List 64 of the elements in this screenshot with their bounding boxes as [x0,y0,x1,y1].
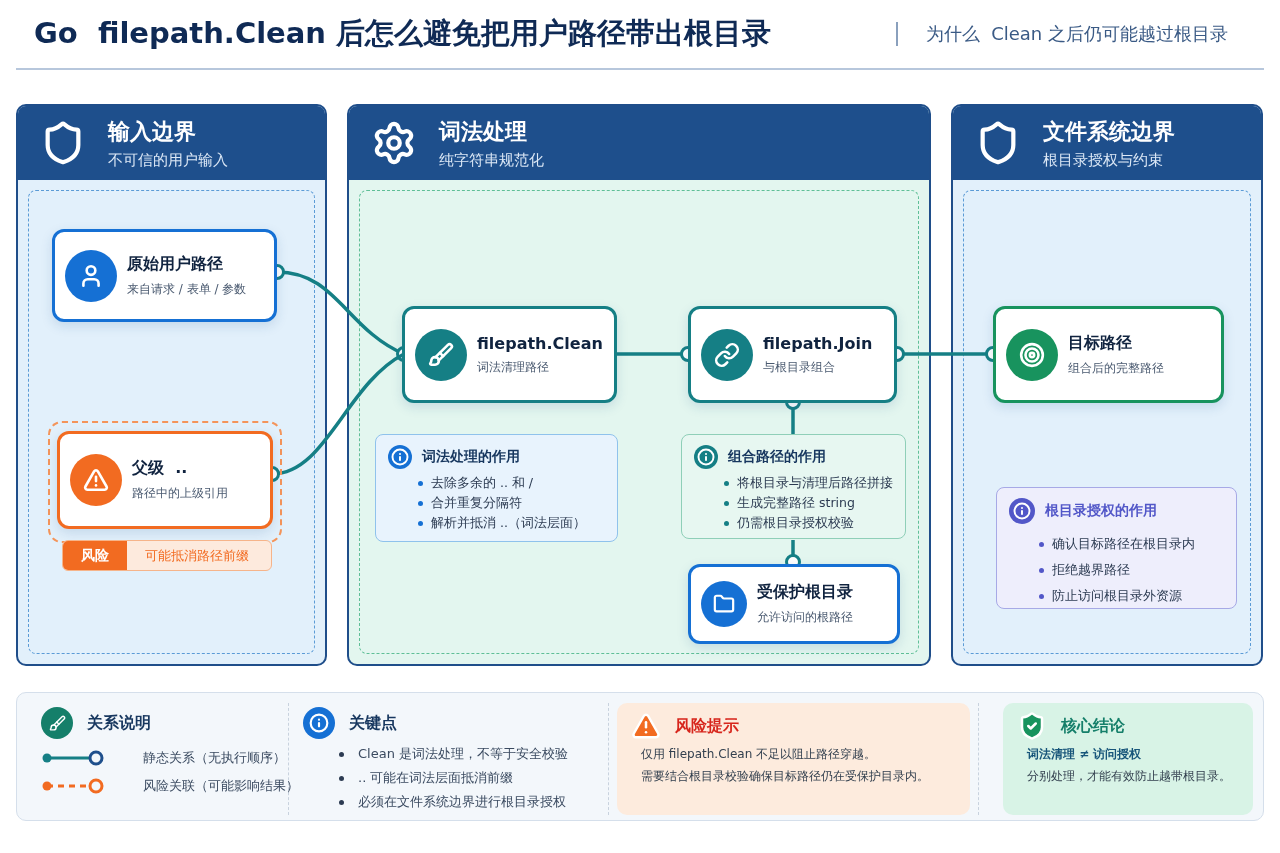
keypoint-item: 必须在文件系统边界进行根目录授权 [358,793,566,811]
note-item: 仍需根目录授权校验 [737,515,854,532]
bullet-icon [724,521,729,526]
note-item: 确认目标路径在根目录内 [1052,536,1195,553]
node-subtitle: 允许访问的根路径 [757,609,853,626]
node-subtitle: 来自请求 / 表单 / 参数 [127,280,247,298]
brush-icon [41,707,73,739]
keypoints-title: 关键点 [349,712,397,734]
conclusion-emphasis: 词法清理 ≠ 访问授权 [1025,747,1143,763]
page-title: Go filepath.Clean 后怎么避免把用户路径带出根目录 [34,15,773,52]
note-item: 防止访问根目录外资源 [1052,588,1182,605]
risk-text: 可能抵消路径前缀 [144,546,249,565]
legend-label: 风险关联（可能影响结果） [143,777,299,795]
column-title: 输入边界 [108,117,197,146]
bullet-icon [1039,568,1044,573]
info-icon [303,707,335,739]
note-item: 将根目录与清理后路径拼接 [737,475,893,492]
node-title: filepath.Join [763,333,873,353]
node-subtitle: 组合后的完整路径 [1068,359,1164,377]
column-subtitle: 根目录授权与约束 [1043,150,1164,170]
risk-relation-line-icon [41,778,105,794]
node-title: 原始用户路径 [127,253,224,275]
column-title: 词法处理 [439,117,528,146]
risk-title: 风险提示 [675,715,739,737]
page-subtitle: 为什么 Clean 之后仍可能越过根目录 [895,22,1228,46]
keypoint-item: .. 可能在词法层面抵消前缀 [358,769,514,787]
legend-title: 关系说明 [87,712,151,734]
note-item: 合并重复分隔符 [431,495,522,512]
bullet-icon [339,775,344,781]
bullet-icon [1039,542,1044,547]
node-title: 父级 .. [132,458,189,479]
note-title: 词法处理的作用 [422,448,520,466]
note-item: 拒绝越界路径 [1052,562,1130,579]
risk-line: 仅用 filepath.Clean 不足以阻止路径穿越。 [640,747,878,763]
node-title: 受保护根目录 [757,582,853,603]
bullet-icon [724,481,729,486]
node-title: filepath.Clean [477,333,603,353]
node-subtitle: 词法清理路径 [477,358,550,376]
bullet-icon [724,501,729,506]
conclusion-title: 核心结论 [1061,715,1125,737]
bullet-icon [418,501,423,506]
bullet-icon [339,751,344,757]
node-subtitle: 路径中的上级引用 [132,485,228,502]
node-subtitle: 与根目录组合 [763,358,836,376]
column-subtitle: 纯字符串规范化 [439,150,544,170]
bullet-icon [339,799,344,805]
note-title: 根目录授权的作用 [1045,502,1157,520]
bullet-icon [418,521,423,526]
node-title: 目标路径 [1068,332,1133,354]
static-relation-line-icon [41,750,105,766]
risk-line: 需要结合根目录校验确保目标路径仍在受保护目录内。 [640,768,930,785]
keypoint-item: Clean 是词法处理，不等于安全校验 [358,745,569,763]
note-item: 解析并抵消 ..（词法层面） [431,515,586,532]
note-item: 去除多余的 .. 和 / [431,475,534,492]
column-subtitle: 不可信的用户输入 [108,150,228,170]
note-title: 组合路径的作用 [728,448,826,466]
legend-label: 静态关系（无执行顺序） [143,749,286,767]
note-item: 生成完整路径 string [737,495,855,512]
bullet-icon [1039,594,1044,599]
column-title: 文件系统边界 [1043,117,1175,146]
conclusion-text: 分别处理，才能有效防止越带根目录。 [1026,768,1232,785]
warning-icon [631,711,661,741]
risk-label: 风险 [63,541,127,570]
bullet-icon [418,481,423,486]
